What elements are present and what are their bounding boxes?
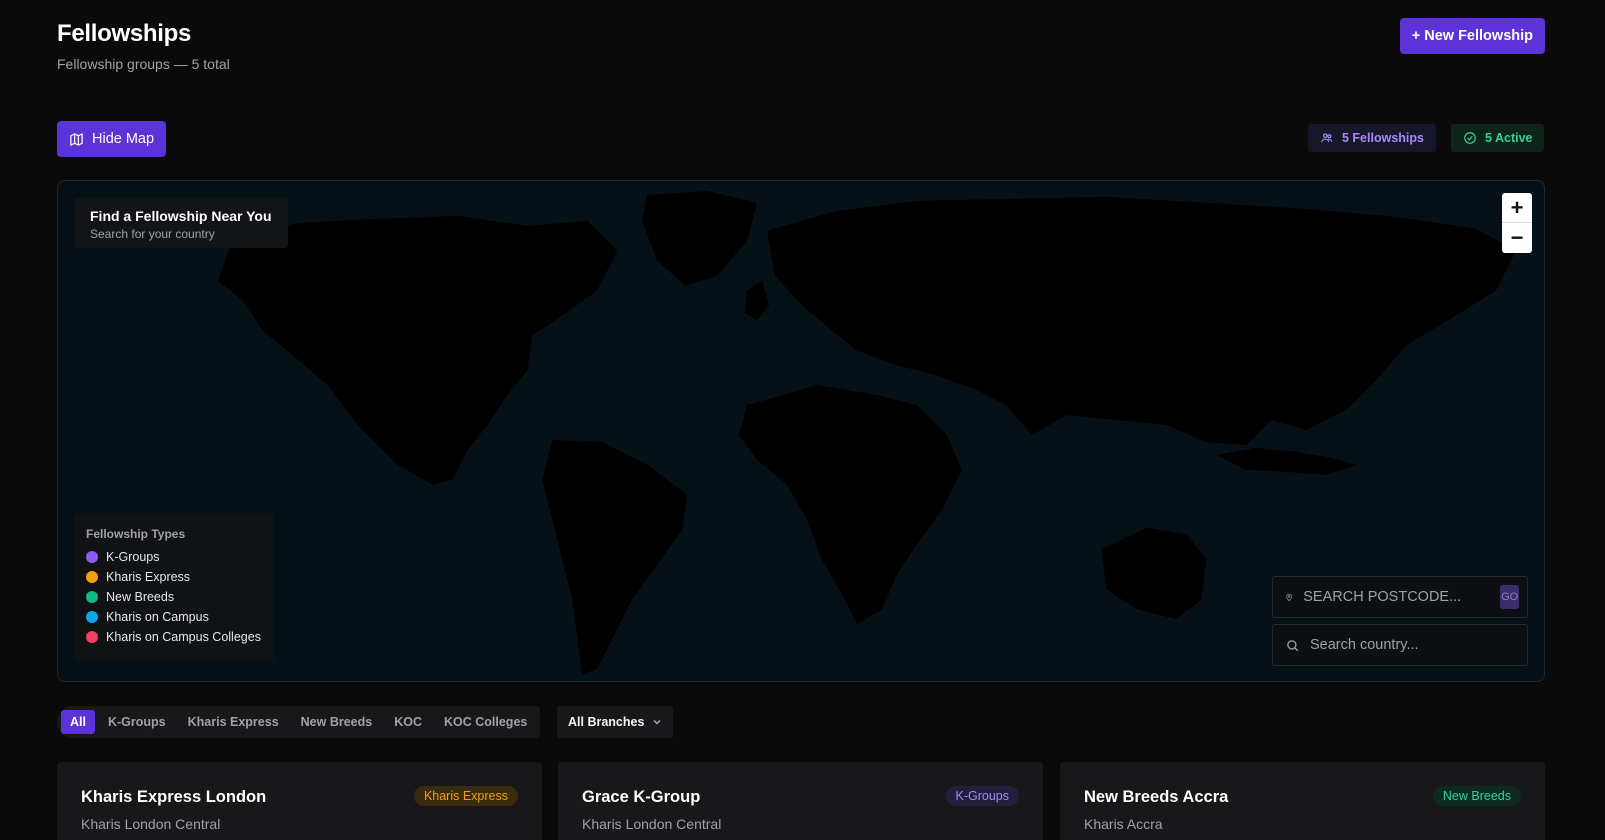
tab-new-breeds[interactable]: New Breeds [292, 710, 382, 734]
indonesia-shape [1216, 447, 1357, 475]
map-icon [70, 132, 83, 146]
fellowship-types-legend: Fellowship Types K-Groups Kharis Express… [74, 513, 274, 661]
search-icon [1287, 639, 1299, 651]
tab-kharis-express[interactable]: Kharis Express [179, 710, 288, 734]
find-fellowship-panel: Find a Fellowship Near You Search for yo… [74, 198, 288, 248]
tab-all[interactable]: All [61, 710, 95, 734]
card-branch: Kharis London Central [582, 816, 722, 832]
world-map[interactable]: Find a Fellowship Near You Search for yo… [57, 180, 1545, 682]
active-count-label: 5 Active [1485, 131, 1533, 145]
finder-title: Find a Fellowship Near You [90, 208, 272, 224]
type-filter-tabs: All K-Groups Kharis Express New Breeds K… [57, 706, 541, 738]
chevron-down-icon [653, 719, 661, 725]
fellowships-page: Fellowships Fellowship groups — 5 total … [0, 0, 1605, 840]
legend-item-new-breeds: New Breeds [86, 587, 262, 607]
legend-item-k-groups: K-Groups [86, 547, 262, 567]
tab-koc-colleges[interactable]: KOC Colleges [435, 710, 536, 734]
page-title: Fellowships [57, 20, 192, 47]
country-search [1272, 624, 1528, 666]
postcode-search: GO [1272, 576, 1528, 618]
branch-select[interactable]: All Branches [557, 706, 674, 738]
postcode-input[interactable] [1303, 589, 1491, 605]
fellowships-count-badge: 5 Fellowships [1308, 124, 1436, 152]
fellowship-card[interactable]: Grace K-Group Kharis London Central K-Gr… [558, 762, 1043, 840]
legend-label: Kharis on Campus [106, 610, 209, 624]
legend-label: Kharis Express [106, 570, 191, 584]
legend-dot [86, 631, 98, 643]
card-branch: Kharis Accra [1084, 816, 1163, 832]
type-badge: New Breeds [1432, 786, 1521, 806]
legend-title: Fellowship Types [86, 527, 186, 541]
tab-k-groups[interactable]: K-Groups [99, 710, 175, 734]
fellowship-card[interactable]: New Breeds Accra Kharis Accra New Breeds [1060, 762, 1545, 840]
hide-map-label: Hide Map [92, 131, 155, 147]
branch-select-value: All Branches [568, 715, 645, 729]
fellowship-card[interactable]: Kharis Express London Kharis London Cent… [57, 762, 542, 840]
type-badge: K-Groups [945, 786, 1019, 806]
card-branch: Kharis London Central [81, 816, 221, 832]
page-header: Fellowships Fellowship groups — 5 total [57, 20, 230, 72]
go-button[interactable]: GO [1500, 585, 1519, 609]
legend-dot [86, 611, 98, 623]
south-america-shape [542, 439, 688, 675]
legend-dot [86, 591, 98, 603]
legend-label: New Breeds [106, 590, 175, 604]
legend-item-kharis-express: Kharis Express [86, 567, 262, 587]
legend-dot [86, 571, 98, 583]
users-icon [1321, 133, 1333, 143]
uk-shape [745, 280, 770, 321]
hide-map-button[interactable]: Hide Map [57, 121, 167, 157]
legend-dot [86, 551, 98, 563]
legend-item-kharis-on-campus-colleges: Kharis on Campus Colleges [86, 627, 262, 647]
australia-shape [1101, 527, 1207, 620]
map-pin-icon [1286, 593, 1292, 601]
tab-koc[interactable]: KOC [385, 710, 431, 734]
check-circle-icon [1464, 132, 1476, 144]
africa-shape [739, 385, 962, 625]
legend-item-kharis-on-campus: Kharis on Campus [86, 607, 262, 627]
active-count-badge: 5 Active [1451, 124, 1545, 152]
fellowships-count-label: 5 Fellowships [1342, 131, 1424, 145]
zoom-controls: + − [1502, 193, 1532, 253]
type-badge: Kharis Express [413, 786, 518, 806]
country-input[interactable] [1310, 637, 1515, 653]
finder-subtitle: Search for your country [90, 227, 215, 241]
zoom-in-button[interactable]: + [1502, 193, 1532, 223]
new-fellowship-button[interactable]: + New Fellowship [1399, 18, 1545, 54]
legend-label: Kharis on Campus Colleges [106, 630, 261, 644]
zoom-out-button[interactable]: − [1502, 223, 1532, 253]
greenland-shape [642, 190, 758, 286]
legend-label: K-Groups [106, 550, 160, 564]
page-subtitle: Fellowship groups — 5 total [57, 56, 230, 72]
